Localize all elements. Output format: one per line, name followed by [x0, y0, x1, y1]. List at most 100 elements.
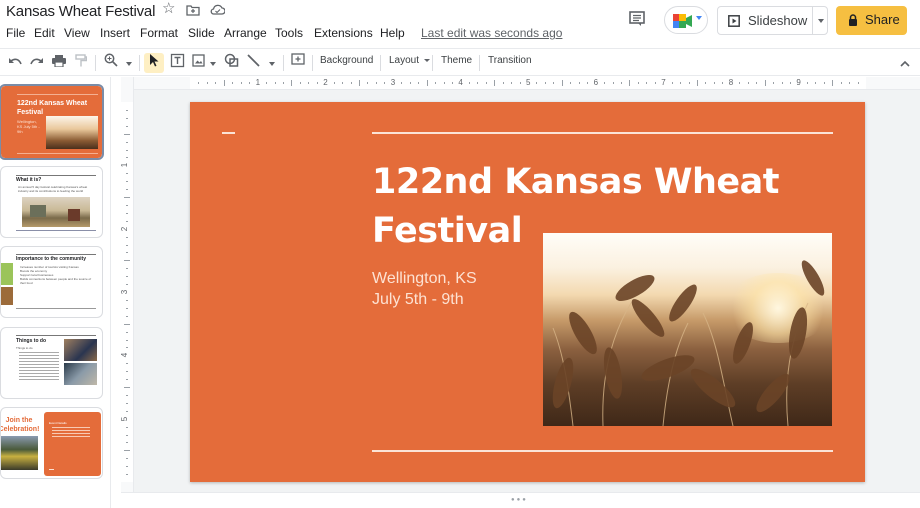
wheat-field-image[interactable] — [543, 233, 832, 426]
share-button[interactable]: Share — [836, 6, 907, 35]
transition-button[interactable]: Transition — [488, 55, 532, 66]
thumb-title: Things to do — [16, 338, 46, 344]
collapse-toolbar-button[interactable] — [897, 53, 913, 73]
line-button[interactable] — [245, 53, 277, 73]
ruler-minor-tick — [126, 244, 128, 246]
cloud-status-icon[interactable] — [210, 4, 226, 18]
ruler-minor-tick — [198, 82, 200, 84]
menu-slide[interactable]: Slide — [188, 26, 215, 40]
insert-image-button[interactable] — [190, 53, 218, 73]
slideshow-button-group: Slideshow — [717, 6, 828, 35]
toolbar-divider — [95, 55, 96, 71]
ruler-minor-tick — [124, 197, 130, 198]
current-slide[interactable]: 122nd Kansas Wheat Festival Wellington, … — [190, 102, 865, 482]
speaker-notes-resize-handle[interactable]: ●●● — [121, 492, 920, 508]
slide-thumbnail-1[interactable]: 122nd Kansas Wheat Festival Wellington, … — [0, 84, 104, 160]
ruler-minor-tick — [806, 82, 808, 84]
ruler-minor-tick — [823, 82, 825, 84]
add-comment-button[interactable] — [288, 53, 308, 73]
menu-tools[interactable]: Tools — [275, 26, 303, 40]
redo-button[interactable] — [28, 53, 46, 73]
thumb-harvester-image — [22, 197, 90, 227]
ruler-minor-tick — [126, 474, 128, 476]
thumb-body: An annual 5 day festival celebrating Kan… — [18, 185, 88, 193]
menu-edit[interactable]: Edit — [34, 26, 55, 40]
paint-format-button[interactable] — [72, 53, 90, 73]
ruler-minor-tick — [126, 426, 128, 428]
menu-insert[interactable]: Insert — [100, 26, 130, 40]
theme-button[interactable]: Theme — [441, 55, 472, 66]
ruler-minor-tick — [468, 82, 470, 84]
slide-thumbnail-4[interactable]: Things to do Things to do — [0, 327, 103, 399]
menu-format[interactable]: Format — [140, 26, 178, 40]
ruler-minor-tick — [126, 109, 128, 111]
print-button[interactable] — [50, 53, 68, 73]
ruler-minor-tick — [206, 82, 208, 84]
move-to-folder-icon[interactable] — [186, 4, 200, 19]
redo-icon — [30, 58, 43, 65]
ruler-minor-tick — [126, 363, 128, 365]
lock-icon — [849, 14, 857, 26]
select-tool-button[interactable] — [144, 53, 164, 73]
ruler-minor-tick — [485, 82, 487, 84]
layout-button[interactable]: Layout — [389, 55, 430, 66]
slide-subtitle[interactable]: Wellington, KS July 5th - 9th — [372, 268, 477, 310]
ruler-minor-tick — [511, 82, 513, 84]
thumb-list — [19, 352, 59, 382]
ruler-minor-tick — [561, 80, 563, 86]
thumb-title: 122nd Kansas Wheat Festival — [17, 100, 88, 116]
horizontal-ruler[interactable]: 1 2 3 4 5 6 7 8 9 — [134, 77, 920, 90]
menu-view[interactable]: View — [64, 26, 90, 40]
text-box-icon — [170, 53, 184, 68]
ruler-track: 1 2 3 4 5 6 7 8 9 — [190, 77, 866, 89]
text-box-button[interactable] — [167, 53, 187, 73]
ruler-minor-tick — [124, 450, 130, 452]
star-icon[interactable]: ☆ — [162, 1, 175, 16]
document-title[interactable]: Kansas Wheat Festival — [6, 3, 155, 20]
filmstrip-divider[interactable] — [110, 77, 111, 508]
ruler-minor-tick — [126, 204, 128, 206]
ruler-minor-tick — [126, 141, 128, 143]
shape-button[interactable] — [221, 53, 241, 73]
menu-extensions[interactable]: Extensions — [314, 26, 373, 40]
slideshow-dropdown-button[interactable] — [812, 7, 828, 34]
ruler-minor-tick — [126, 315, 128, 317]
thumb-title: Join the Celebration! — [0, 417, 40, 433]
ruler-minor-tick — [857, 82, 859, 84]
last-edit-link[interactable]: Last edit was seconds ago — [421, 26, 562, 40]
slide-thumbnail-3[interactable]: Importance to the community Increases nu… — [0, 246, 103, 318]
zoom-button[interactable] — [102, 53, 134, 73]
ruler-minor-tick — [680, 82, 682, 84]
ruler-minor-tick — [126, 458, 128, 460]
ruler-minor-tick — [126, 220, 128, 222]
thumb-grain-image — [1, 287, 13, 305]
ruler-minor-tick — [126, 379, 128, 381]
ruler-minor-tick — [502, 82, 504, 84]
play-slideshow-icon — [728, 15, 740, 27]
ruler-minor-tick — [739, 82, 741, 84]
shape-icon — [224, 53, 238, 67]
menu-help[interactable]: Help — [380, 26, 405, 40]
comment-history-button[interactable] — [628, 10, 648, 28]
ruler-minor-tick — [553, 82, 555, 84]
ruler-minor-tick — [299, 82, 301, 84]
menu-file[interactable]: File — [6, 26, 25, 40]
slide-thumbnail-5[interactable]: Join the Celebration! Event Details — [0, 407, 103, 479]
undo-button[interactable] — [6, 53, 24, 73]
slideshow-button[interactable]: Slideshow — [718, 7, 812, 34]
ruler-minor-tick — [126, 347, 128, 349]
menu-arrange[interactable]: Arrange — [224, 26, 267, 40]
vertical-ruler[interactable]: 1 2 3 4 5 — [120, 77, 134, 492]
ruler-minor-tick — [764, 80, 766, 86]
image-dropdown-icon — [210, 61, 217, 66]
ruler-minor-tick — [849, 82, 851, 84]
zoom-icon — [104, 53, 118, 67]
slide-filmstrip[interactable]: 122nd Kansas Wheat Festival Wellington, … — [0, 77, 110, 508]
bottom-rule — [372, 450, 833, 452]
background-button[interactable]: Background — [320, 55, 373, 66]
slideshow-label: Slideshow — [748, 13, 808, 28]
meet-button[interactable] — [664, 6, 708, 34]
print-icon — [52, 55, 66, 68]
ruler-minor-tick — [409, 82, 411, 84]
slide-thumbnail-2[interactable]: What it is? An annual 5 day festival cel… — [0, 166, 103, 238]
